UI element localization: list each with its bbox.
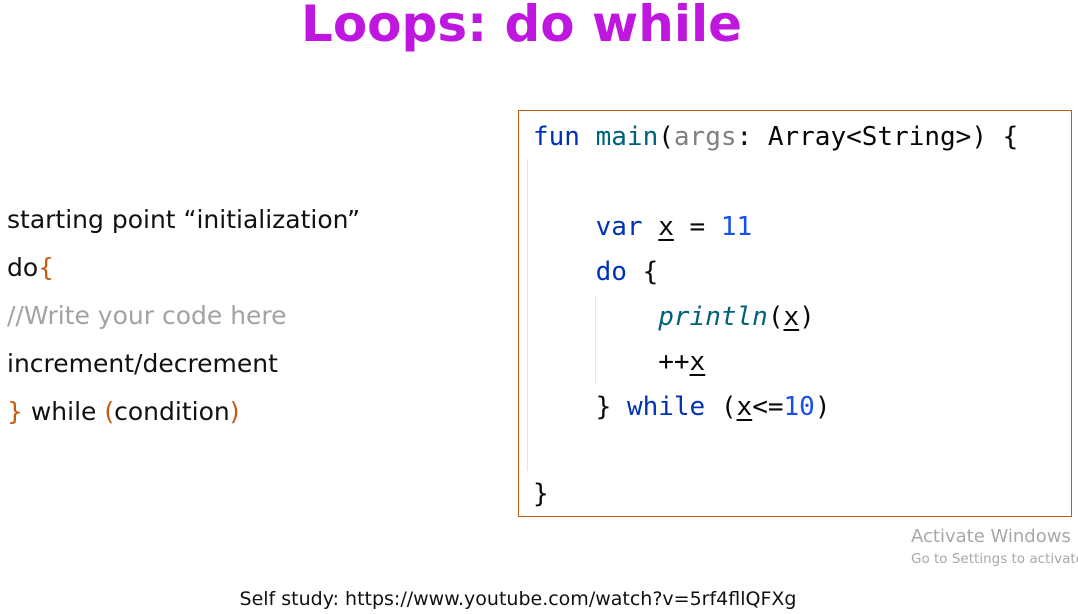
code-keyword-var: var — [595, 212, 643, 242]
code-line-while: } while (x<=10) — [533, 390, 831, 424]
code-line-var: var x = 11 — [533, 210, 753, 244]
code-paren: ( — [767, 302, 784, 332]
pseudocode-close-brace: } — [7, 397, 23, 426]
code-keyword-do: do — [595, 257, 627, 287]
pseudocode-condition: condition — [114, 397, 230, 426]
slide-title: Loops: do while — [300, 0, 743, 53]
self-study-link: Self study: https://www.youtube.com/watc… — [239, 588, 797, 610]
pseudocode-comment: //Write your code here — [7, 301, 287, 330]
code-line-increment: ++x — [533, 345, 705, 379]
code-line-do: do { — [533, 255, 659, 289]
code-paren: ( — [658, 122, 674, 152]
code-snippet-box: fun main(args: Array<String>) { var x = … — [518, 110, 1072, 517]
code-number: 10 — [783, 392, 815, 422]
pseudocode-block: starting point “initialization” do{ //Wr… — [7, 196, 360, 436]
code-assign: = — [673, 212, 721, 242]
watermark-subtitle: Go to Settings to activate — [911, 551, 1078, 567]
pseudocode-close-paren: ) — [229, 397, 240, 426]
pseudocode-increment: increment/decrement — [7, 349, 278, 378]
code-variable-x: x — [783, 302, 800, 332]
pseudocode-do-keyword: do — [7, 253, 39, 282]
code-variable-x: x — [658, 212, 674, 242]
code-function-println: println — [658, 302, 768, 332]
code-line-println: println(x) — [533, 300, 815, 334]
code-signature-rest: : Array<String>) { — [736, 122, 1019, 152]
code-function-main: main — [595, 122, 659, 152]
pseudocode-open-paren: ( — [104, 397, 115, 426]
pseudocode-while-keyword: while — [22, 397, 105, 426]
code-brace: { — [626, 257, 659, 287]
code-paren: ) — [814, 392, 831, 422]
activate-windows-watermark: Activate Windows Go to Settings to activ… — [911, 525, 1078, 569]
code-paren: ) — [799, 302, 815, 332]
code-line-close: } — [533, 477, 549, 511]
pseudocode-while-line: } while (condition) — [7, 388, 360, 436]
code-paren: ( — [705, 392, 737, 422]
code-brace: } — [533, 479, 549, 509]
slide: Loops: do while starting point “initiali… — [0, 0, 1078, 614]
code-param-args: args — [673, 122, 737, 152]
code-increment-operator: ++ — [658, 347, 690, 377]
code-variable-x: x — [736, 392, 753, 422]
code-brace: } — [595, 392, 627, 422]
code-comparison-operator: <= — [752, 392, 784, 422]
indent-guide — [527, 159, 528, 471]
code-number: 11 — [720, 212, 753, 242]
pseudocode-initialization: starting point “initialization” — [7, 205, 361, 234]
pseudocode-do-line: do{ — [7, 244, 360, 292]
watermark-title: Activate Windows — [911, 526, 1071, 547]
code-keyword-fun: fun — [533, 122, 580, 152]
code-line-main: fun main(args: Array<String>) { — [533, 120, 1018, 154]
code-variable-x: x — [689, 347, 706, 377]
code-keyword-while: while — [626, 392, 706, 422]
pseudocode-open-brace: { — [38, 253, 55, 282]
